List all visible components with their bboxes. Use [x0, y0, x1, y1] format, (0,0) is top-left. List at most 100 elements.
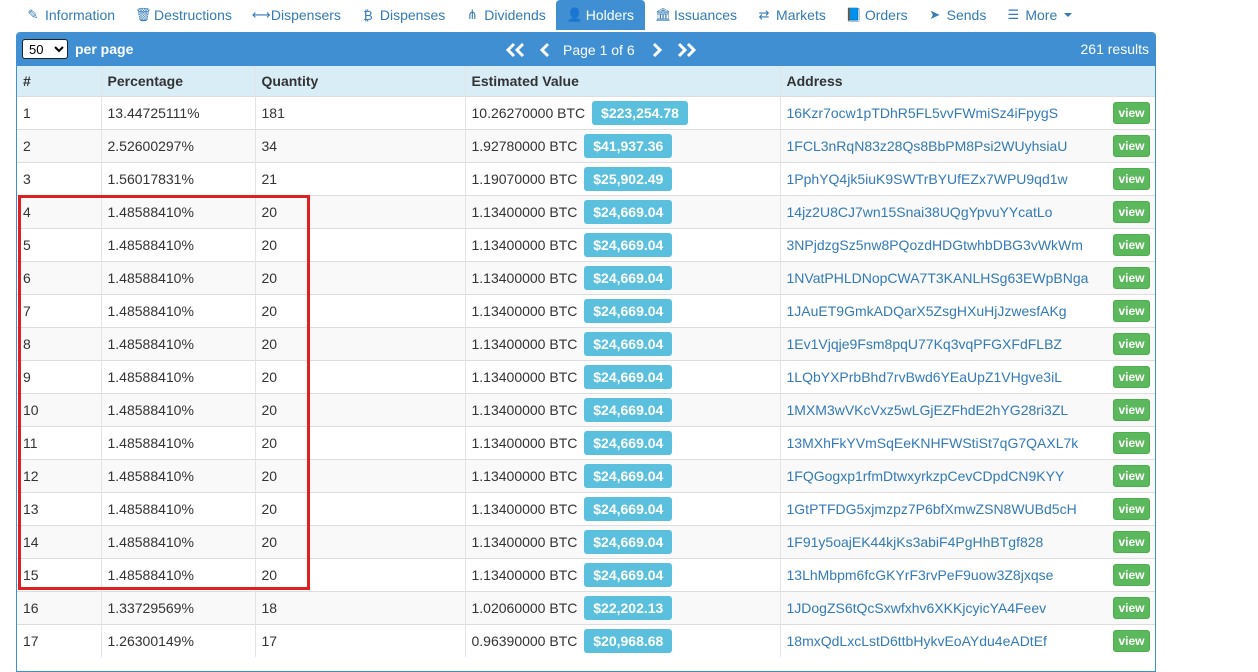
percentage-cell: 1.48588410%	[101, 227, 256, 261]
address-link[interactable]: 13MXhFkYVmSqEeKNHFWStiSt7qG7QAXL7k	[787, 435, 1079, 451]
per-page-label: per page	[75, 41, 134, 57]
estimated-value-cell: 1.13400000 BTC $24,669.04	[465, 458, 781, 492]
usd-value-badge: $20,968.68	[584, 628, 673, 653]
percentage-cell: 1.48588410%	[101, 392, 256, 426]
estimated-value-cell: 1.13400000 BTC $24,669.04	[465, 326, 781, 360]
table-toolbar: 50 per page Page 1 of 6 261 results	[17, 33, 1155, 66]
usd-value-badge: $24,669.04	[584, 364, 673, 389]
rank-cell: 16	[17, 590, 102, 624]
address-link[interactable]: 1F91y5oajEK44kjKs3abiF4PgHhBTgf828	[787, 534, 1044, 550]
table-row: 2 2.52600297% 34 1.92780000 BTC $41,937.36 1…	[17, 128, 1155, 162]
rank-cell: 9	[17, 359, 102, 393]
percentage-cell: 1.48588410%	[101, 194, 256, 228]
view-button[interactable]: view	[1113, 629, 1150, 652]
btc-value: 1.13400000 BTC	[471, 401, 578, 418]
quantity-cell: 20	[255, 260, 466, 294]
btc-value: 1.13400000 BTC	[471, 269, 578, 286]
view-button[interactable]: view	[1113, 266, 1150, 289]
address-link[interactable]: 1LQbYXPrbBhd7rvBwd6YEaUpZ1VHgve3iL	[787, 369, 1063, 385]
address-cell: 1F91y5oajEK44kjKs3abiF4PgHhBTgf828 view	[780, 524, 1155, 558]
tab-label: Dispensers	[270, 7, 341, 23]
next-page-icon[interactable]	[651, 42, 663, 58]
table-row: 3 1.56017831% 21 1.19070000 BTC $25,902.49 1…	[17, 161, 1155, 195]
address-link[interactable]: 1GtPTFDG5xjmzpz7P6bfXmwZSN8WUBd5cH	[787, 501, 1077, 517]
view-button[interactable]: view	[1113, 134, 1150, 157]
address-link[interactable]: 1MXM3wVKcVxz5wLGjEZFhdE2hYG28ri3ZL	[787, 402, 1069, 418]
view-button[interactable]: view	[1113, 464, 1150, 487]
view-button[interactable]: view	[1113, 200, 1150, 223]
address-link[interactable]: 1FCL3nRqN83z28Qs8BbPM8Psi2WUyhsiaU	[787, 138, 1068, 154]
address-cell: 1NVatPHLDNopCWA7T3KANLHSg63EWpBNga view	[780, 260, 1155, 294]
tab-more[interactable]: ☰ More	[996, 0, 1082, 30]
prev-page-icon[interactable]	[539, 42, 551, 58]
tab-dividends[interactable]: ⋔ Dividends	[455, 0, 555, 30]
quantity-cell: 20	[255, 458, 466, 492]
address-link[interactable]: 1JDogZS6tQcSxwfxhv6XKKjcyicYA4Feev	[787, 600, 1047, 616]
trash-icon: 🗑	[135, 7, 152, 22]
view-button[interactable]: view	[1113, 530, 1150, 553]
column-header-rank[interactable]: #	[17, 66, 102, 96]
table-header-row: # Percentage Quantity Estimated Value Ad…	[17, 66, 1155, 96]
tab-markets[interactable]: ⇄ Markets	[747, 0, 836, 30]
bank-icon: 🏛	[655, 7, 672, 22]
address-link[interactable]: 1PphYQ4jk5iuK9SWTrBYUfEZx7WPU9qd1w	[787, 171, 1068, 187]
rank-cell: 15	[17, 557, 102, 591]
table-row: 6 1.48588410% 20 1.13400000 BTC $24,669.04 1…	[17, 260, 1155, 294]
tab-destructions[interactable]: 🗑 Destructions	[125, 0, 242, 30]
table-row: 13 1.48588410% 20 1.13400000 BTC $24,669.04…	[17, 491, 1155, 525]
address-link[interactable]: 1FQGogxp1rfmDtwxyrkzpCevCDpdCN9KYY	[787, 468, 1065, 484]
quantity-cell: 20	[255, 293, 466, 327]
tab-dispenses[interactable]: ₿ Dispenses	[351, 0, 455, 30]
column-header-estimated-value[interactable]: Estimated Value	[465, 66, 781, 96]
view-button[interactable]: view	[1113, 233, 1150, 256]
tab-sends[interactable]: ➤ Sends	[918, 0, 997, 30]
btc-value: 1.13400000 BTC	[471, 368, 578, 385]
column-header-quantity[interactable]: Quantity	[255, 66, 466, 96]
tab-orders[interactable]: 📘 Orders	[836, 0, 918, 30]
view-button[interactable]: view	[1113, 332, 1150, 355]
address-link[interactable]: 1JAuET9GmkADQarX5ZsgHXuHjJzwesfAKg	[787, 303, 1067, 319]
table-row: 1 13.44725111% 181 10.26270000 BTC $223,254…	[17, 95, 1155, 129]
table-row: 16 1.33729569% 18 1.02060000 BTC $22,202.13…	[17, 590, 1155, 624]
percentage-cell: 1.33729569%	[101, 590, 256, 624]
address-cell: 1Ev1Vjqje9Fsm8pqU77Kq3vqPFGXFdFLBZ view	[780, 326, 1155, 360]
view-button[interactable]: view	[1113, 398, 1150, 421]
view-button[interactable]: view	[1113, 563, 1150, 586]
address-link[interactable]: 1Ev1Vjqje9Fsm8pqU77Kq3vqPFGXFdFLBZ	[787, 336, 1062, 352]
column-header-percentage[interactable]: Percentage	[101, 66, 256, 96]
estimated-value-cell: 1.13400000 BTC $24,669.04	[465, 524, 781, 558]
last-page-icon[interactable]	[675, 42, 697, 58]
address-link[interactable]: 18mxQdLxcLstD6ttbHykvEoAYdu4eADtEf	[787, 633, 1047, 649]
first-page-icon[interactable]	[505, 42, 527, 58]
usd-value-badge: $24,669.04	[584, 463, 673, 488]
quantity-cell: 20	[255, 524, 466, 558]
rank-cell: 4	[17, 194, 102, 228]
per-page-select[interactable]: 50	[22, 39, 68, 59]
tab-dispensers[interactable]: ⟷ Dispensers	[242, 0, 351, 30]
column-header-address[interactable]: Address	[780, 66, 1155, 96]
address-link[interactable]: 13LhMbpm6fcGKYrF3rvPeF9uow3Z8jxqse	[787, 567, 1054, 583]
rank-cell: 3	[17, 161, 102, 195]
view-button[interactable]: view	[1113, 299, 1150, 322]
percentage-cell: 1.26300149%	[101, 623, 256, 657]
view-button[interactable]: view	[1113, 596, 1150, 619]
percentage-cell: 1.48588410%	[101, 359, 256, 393]
view-button[interactable]: view	[1113, 167, 1150, 190]
view-button[interactable]: view	[1113, 431, 1150, 454]
user-icon: 👤	[566, 7, 583, 22]
address-link[interactable]: 16Kzr7ocw1pTDhR5FL5vvFWmiSz4iFpygS	[787, 105, 1059, 121]
address-link[interactable]: 3NPjdzgSz5nw8PQozdHDGtwhbDBG3vWkWm	[787, 237, 1083, 253]
view-button[interactable]: view	[1113, 101, 1150, 124]
view-button[interactable]: view	[1113, 497, 1150, 520]
address-link[interactable]: 14jz2U8CJ7wn15Snai38UQgYpvuYYcatLo	[787, 204, 1053, 220]
btc-value: 1.13400000 BTC	[471, 566, 578, 583]
address-link[interactable]: 1NVatPHLDNopCWA7T3KANLHSg63EWpBNga	[787, 270, 1089, 286]
tab-issuances[interactable]: 🏛 Issuances	[645, 0, 747, 30]
tab-holders[interactable]: 👤 Holders	[555, 0, 645, 30]
pencil-icon: ✎	[27, 7, 39, 22]
book-icon: 📘	[845, 7, 863, 22]
usd-value-badge: $24,669.04	[584, 265, 673, 290]
tab-information[interactable]: ✎ Information	[16, 0, 125, 30]
table-row: 7 1.48588410% 20 1.13400000 BTC $24,669.04 1…	[17, 293, 1155, 327]
view-button[interactable]: view	[1113, 365, 1150, 388]
